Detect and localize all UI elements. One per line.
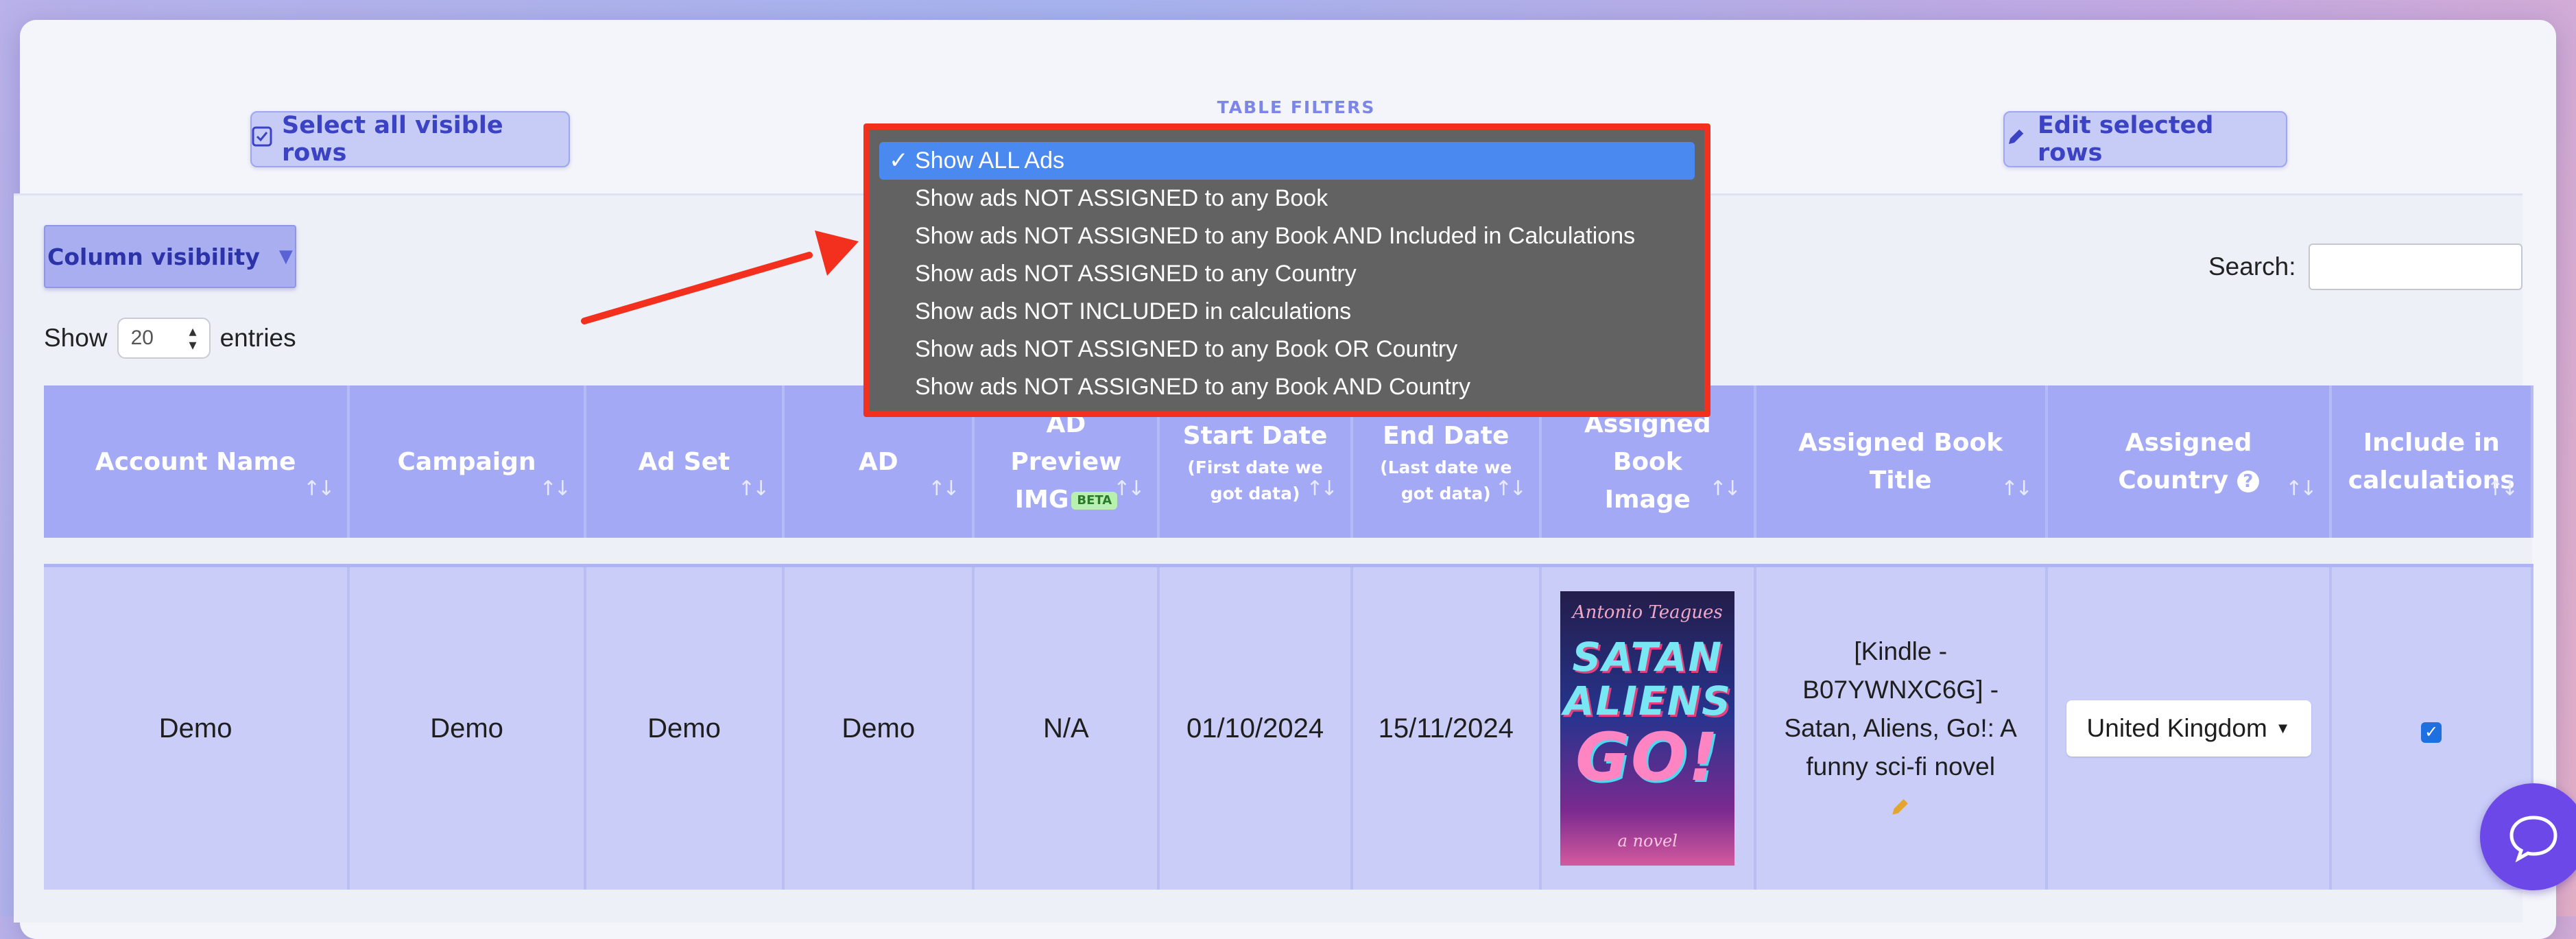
- book-cover-title: SATAN ALIENS GO!: [1563, 634, 1732, 796]
- checkbox-icon: [252, 126, 272, 153]
- book-cover-subtitle: a novel: [1617, 831, 1678, 851]
- help-icon[interactable]: ?: [2237, 471, 2259, 492]
- country-dropdown[interactable]: United Kingdom ▼: [2066, 700, 2311, 757]
- select-all-visible-rows-button[interactable]: Select all visible rows: [250, 111, 570, 167]
- sort-icon: ↑↓: [1494, 477, 1527, 501]
- entries-select[interactable]: 20 ▴ ▾: [117, 318, 211, 359]
- header-assigned-country[interactable]: Assigned Country ? ↑↓: [2046, 385, 2333, 538]
- cell-start-date: 01/10/2024: [1158, 564, 1353, 890]
- book-cover-image: Antonio Teagues SATAN ALIENS GO! a novel: [1560, 591, 1735, 866]
- ads-table: Account Name ↑↓ Campaign ↑↓ Ad Set ↑↓ AD ↑↓ …: [44, 385, 2533, 890]
- caret-down-icon: ▼: [2275, 720, 2291, 737]
- spinner-icon: ▴ ▾: [189, 322, 197, 353]
- country-value: United Kingdom: [2086, 714, 2267, 742]
- pencil-icon: [2005, 125, 2028, 154]
- cell-assigned-country: United Kingdom ▼: [2046, 564, 2333, 890]
- filter-option[interactable]: Show ads NOT ASSIGNED to any Book AND Co…: [879, 368, 1695, 406]
- cell-account-name: Demo: [44, 564, 350, 890]
- cell-campaign: Demo: [348, 564, 586, 890]
- edit-selected-label: Edit selected rows: [2038, 112, 2214, 167]
- check-icon: ✓: [889, 147, 909, 174]
- cell-ad: Demo: [783, 564, 975, 890]
- sort-icon: ↑↓: [2486, 477, 2518, 501]
- cell-book-title: [Kindle - B07YWNXC6G] - Satan, Aliens, G…: [1754, 564, 2048, 890]
- sort-icon: ↑↓: [2001, 477, 2032, 501]
- filter-option[interactable]: Show ads NOT ASSIGNED to any Book OR Cou…: [879, 331, 1695, 368]
- filter-option[interactable]: Show ads NOT ASSIGNED to any Book: [879, 180, 1695, 217]
- include-checkbox[interactable]: ✓: [2421, 722, 2442, 743]
- table-row[interactable]: Demo Demo Demo Demo N/A 01/10/2024 15/11…: [44, 564, 2533, 890]
- cell-ad-set: Demo: [584, 564, 785, 890]
- cell-end-date: 15/11/2024: [1351, 564, 1542, 890]
- header-assigned-book-title[interactable]: Assigned Book Title ↑↓: [1754, 385, 2048, 538]
- sort-icon: ↑↓: [737, 477, 770, 501]
- show-label: Show: [44, 324, 108, 352]
- book-cover-author: Antonio Teagues: [1572, 602, 1723, 623]
- table-filter-dropdown[interactable]: ✓ Show ALL Ads Show ads NOT ASSIGNED to a…: [863, 123, 1710, 417]
- column-visibility-button[interactable]: Column visibility ▼: [44, 225, 296, 288]
- filter-option[interactable]: Show ads NOT ASSIGNED to any Country: [879, 255, 1695, 293]
- header-include-in-calculations[interactable]: Include in calculations ↑↓: [2330, 385, 2533, 538]
- edit-selected-rows-button[interactable]: Edit selected rows: [2003, 111, 2287, 167]
- cell-ad-preview: N/A: [973, 564, 1160, 890]
- column-visibility-label: Column visibility: [47, 243, 260, 270]
- pencil-icon[interactable]: [1769, 794, 2033, 825]
- sort-icon: ↑↓: [2285, 477, 2317, 501]
- select-all-label: Select all visible rows: [282, 112, 503, 167]
- table-filters-label: TABLE FILTERS: [1217, 97, 1376, 117]
- filter-option[interactable]: ✓ Show ALL Ads: [879, 142, 1695, 180]
- search-control: Search:: [2208, 243, 2523, 290]
- search-input[interactable]: [2308, 243, 2523, 290]
- sort-icon: ↑↓: [1306, 477, 1337, 501]
- caret-down-icon: ▼: [278, 246, 293, 267]
- header-account-name[interactable]: Account Name ↑↓: [44, 385, 350, 538]
- sort-icon: ↑↓: [539, 477, 571, 501]
- entries-control: Show 20 ▴ ▾ entries: [44, 317, 296, 359]
- search-label: Search:: [2208, 252, 2296, 281]
- header-ad-set[interactable]: Ad Set ↑↓: [584, 385, 785, 538]
- beta-badge: BETA: [1071, 491, 1118, 510]
- entries-label: entries: [219, 324, 296, 352]
- header-campaign[interactable]: Campaign ↑↓: [348, 385, 586, 538]
- spacer-row: [44, 538, 2532, 566]
- book-title-text: [Kindle - B07YWNXC6G] - Satan, Aliens, G…: [1784, 637, 2017, 781]
- cell-book-image: Antonio Teagues SATAN ALIENS GO! a novel: [1540, 564, 1756, 890]
- sort-icon: ↑↓: [1113, 477, 1145, 501]
- filter-option[interactable]: Show ads NOT ASSIGNED to any Book AND In…: [879, 217, 1695, 255]
- filter-option[interactable]: Show ads NOT INCLUDED in calculations: [879, 293, 1695, 331]
- sort-icon: ↑↓: [303, 477, 335, 501]
- sort-icon: ↑↓: [928, 477, 959, 501]
- entries-value: 20: [130, 326, 154, 349]
- sort-icon: ↑↓: [1709, 477, 1741, 501]
